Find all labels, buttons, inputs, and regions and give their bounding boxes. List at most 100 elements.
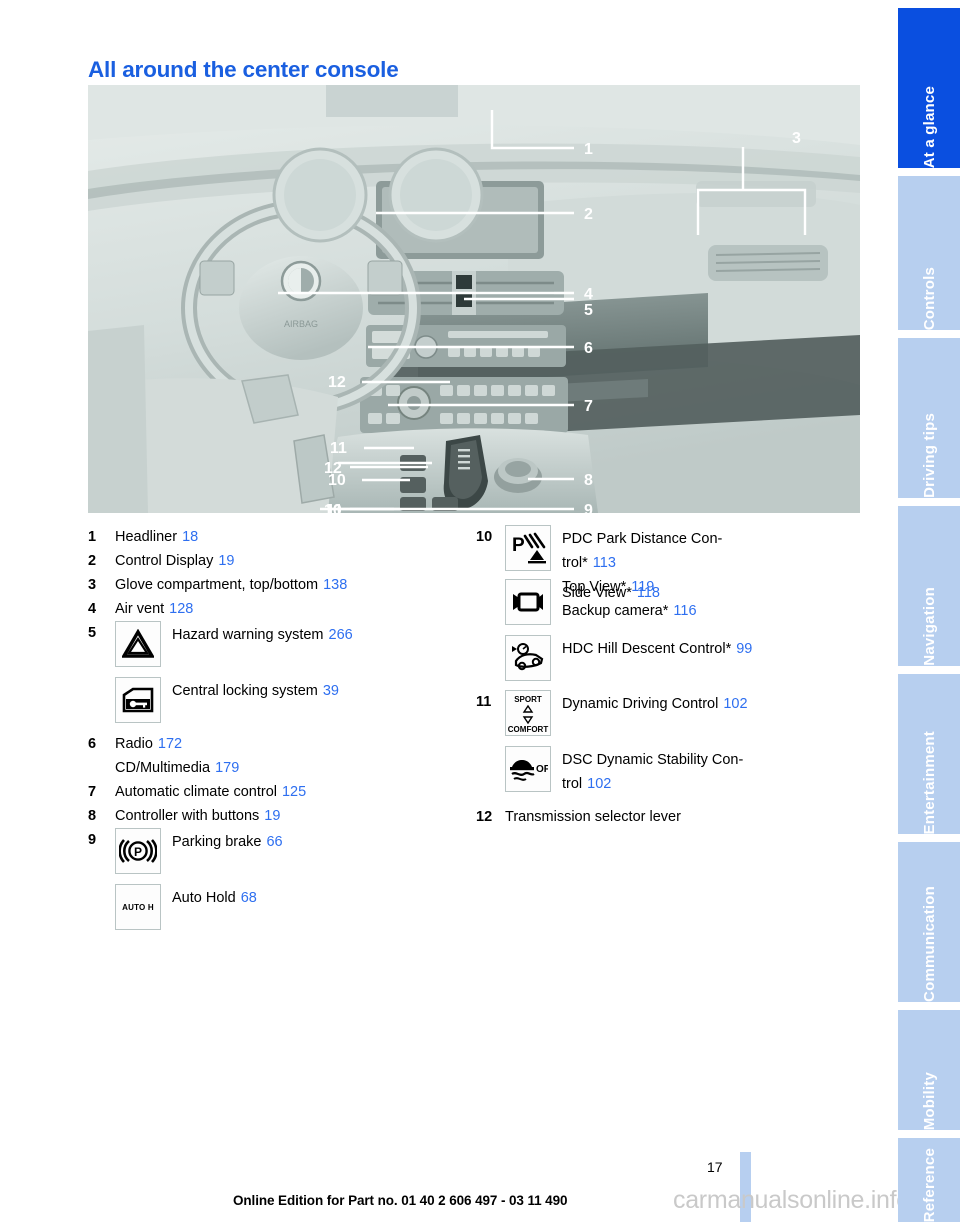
sidebar-tab-label: Entertainment xyxy=(920,730,938,834)
legend-text: Glove compartment, top/bottom 138 xyxy=(115,577,348,593)
legend-number: 5 xyxy=(88,625,97,641)
svg-text:8: 8 xyxy=(584,472,593,489)
page-ref[interactable]: 102 xyxy=(587,776,611,792)
legend-text: Radio 172 xyxy=(115,736,183,752)
legend-number: 3 xyxy=(88,577,97,593)
legend-item-2: 2 Control Display 19 xyxy=(88,549,468,573)
legend-text-line2: trol 102 xyxy=(562,776,612,792)
sidebar-tab-navigation[interactable]: Navigation xyxy=(898,506,960,666)
legend-item-10: 10 P PDC Park Distance Con- trol* 113 To… xyxy=(476,525,876,681)
svg-text:5: 5 xyxy=(584,302,593,319)
svg-text:2: 2 xyxy=(584,206,593,223)
sidebar-tab-controls[interactable]: Controls xyxy=(898,176,960,330)
sidebar-tab-at-a-glance[interactable]: At a glance xyxy=(898,8,960,168)
page-number: 17 xyxy=(707,1159,723,1175)
svg-text:1: 1 xyxy=(584,141,593,158)
legend-item-9: 9 P Parking brake 66 AUTO H Auto Hold 68 xyxy=(88,828,468,930)
page-ref[interactable]: 172 xyxy=(158,736,182,752)
svg-text:AIRBAG: AIRBAG xyxy=(284,319,318,329)
dsc-row: OFF DSC Dynamic Stability Con- trol102 xyxy=(505,746,876,796)
page-ref[interactable]: 138 xyxy=(323,577,347,593)
hdc-hill-descent-control-icon xyxy=(505,635,551,681)
legend-text: Central locking system 39 xyxy=(172,683,339,699)
sidebar-tab-label: Reference xyxy=(920,1147,938,1222)
page-ref[interactable]: 66 xyxy=(266,834,282,850)
hazard-warning-row: Hazard warning system 266 xyxy=(115,621,468,667)
sidebar-tab-entertainment[interactable]: Entertainment xyxy=(898,674,960,834)
page-ref[interactable]: 19 xyxy=(218,553,234,569)
watermark: carmanualsonline.info xyxy=(673,1186,910,1214)
legend-item-7: 7 Automatic climate control 125 xyxy=(88,780,468,804)
sidebar-tab-label: Mobility xyxy=(920,1071,938,1130)
parking-brake-row: P Parking brake 66 xyxy=(115,828,468,874)
legend-number: 7 xyxy=(88,784,97,800)
page-ref[interactable]: 179 xyxy=(215,760,239,776)
side-view-camera-icon xyxy=(505,579,551,625)
legend-text-line1: PDC Park Distance Con- xyxy=(562,531,723,547)
legend-text: Control Display 19 xyxy=(115,553,235,569)
legend-item-3: 3 Glove compartment, top/bottom 138 xyxy=(88,573,468,597)
central-locking-door-key-icon xyxy=(115,677,161,723)
sidebar-tab-label: Navigation xyxy=(920,587,938,666)
section-tab-sidebar: At a glance Controls Driving tips Naviga… xyxy=(890,0,960,1222)
page-title: All around the center console xyxy=(88,57,399,83)
svg-text:4: 4 xyxy=(584,286,593,303)
dsc-off-icon: OFF xyxy=(505,746,551,792)
legend-text-line2: trol* 113 xyxy=(562,555,616,571)
legend-item-6: 6 Radio 172 CD/Multimedia 179 xyxy=(88,732,468,780)
legend-number: 8 xyxy=(88,808,97,824)
central-locking-row: Central locking system 39 xyxy=(115,677,468,723)
svg-text:P: P xyxy=(134,845,142,859)
svg-text:10: 10 xyxy=(328,472,346,489)
legend-text: Hazard warning system 266 xyxy=(172,627,353,643)
legend-item-4: 4 Air vent 128 xyxy=(88,597,468,621)
auto-hold-icon-label: AUTO H xyxy=(122,902,154,912)
legend-text: Transmission selector lever xyxy=(505,809,681,825)
legend-text: Automatic climate control 125 xyxy=(115,784,307,800)
sidebar-tab-label: Controls xyxy=(920,266,938,330)
parking-brake-icon: P xyxy=(115,828,161,874)
dynamic-driving-control-icon: SPORT COMFORT xyxy=(505,690,551,736)
page-ref[interactable]: 102 xyxy=(723,696,747,712)
page-ref[interactable]: 118 xyxy=(637,585,660,601)
legend-number: 10 xyxy=(476,529,493,545)
sidebar-tab-driving-tips[interactable]: Driving tips xyxy=(898,338,960,498)
legend-item-1: 1 Headliner 18 xyxy=(88,525,468,549)
svg-text:OFF: OFF xyxy=(536,764,548,775)
pdc-park-distance-control-icon: P xyxy=(505,525,551,571)
hdc-row: HDC Hill Descent Control* 99 xyxy=(505,635,876,681)
legend-number: 1 xyxy=(88,529,97,545)
svg-text:SPORT: SPORT xyxy=(514,695,542,704)
page-ref[interactable]: 39 xyxy=(323,683,339,699)
legend-left-column: 1 Headliner 18 2 Control Display 19 3 Glov… xyxy=(88,525,468,930)
sidebar-tab-mobility[interactable]: Mobility xyxy=(898,1010,960,1130)
dynamic-driving-control-row: SPORT COMFORT Dynamic Driving Control 102 xyxy=(505,690,876,736)
page-ref[interactable]: 125 xyxy=(282,784,306,800)
legend-text: Air vent 128 xyxy=(115,601,194,617)
sidebar-tab-communication[interactable]: Communication xyxy=(898,842,960,1002)
legend-text: Parking brake 66 xyxy=(172,834,283,850)
svg-text:P: P xyxy=(512,535,525,556)
page-ref[interactable]: 68 xyxy=(241,890,257,906)
svg-text:7: 7 xyxy=(584,398,593,415)
page-ref[interactable]: 113 xyxy=(593,555,616,571)
manual-page: All around the center console AIRBAG 1 2… xyxy=(0,0,910,1222)
legend-number: 11 xyxy=(476,694,492,710)
dashboard-illustration: AIRBAG 1 2 3 4 5 6 7 8 9 12 11 10 12 11 … xyxy=(88,85,860,513)
footer-note: Online Edition for Part no. 01 40 2 606 … xyxy=(233,1193,568,1208)
page-ref[interactable]: 266 xyxy=(329,627,353,643)
sidebar-tab-reference[interactable]: Reference xyxy=(898,1138,960,1222)
hazard-warning-triangle-icon xyxy=(115,621,161,667)
page-ref[interactable]: 99 xyxy=(736,641,752,657)
legend-text: Dynamic Driving Control 102 xyxy=(562,696,748,712)
page-ref[interactable]: 19 xyxy=(264,808,280,824)
auto-hold-row: AUTO H Auto Hold 68 xyxy=(115,884,468,930)
legend-text-secondary: CD/Multimedia 179 xyxy=(115,760,240,776)
svg-text:12: 12 xyxy=(328,374,346,391)
page-ref[interactable]: 128 xyxy=(169,601,193,617)
page-ref[interactable]: 18 xyxy=(182,529,198,545)
legend-text: Controller with buttons 19 xyxy=(115,808,281,824)
sidebar-tab-label: At a glance xyxy=(920,85,938,168)
legend-item-12: 12 Transmission selector lever xyxy=(476,805,876,829)
page-ref[interactable]: 116 xyxy=(673,603,696,619)
